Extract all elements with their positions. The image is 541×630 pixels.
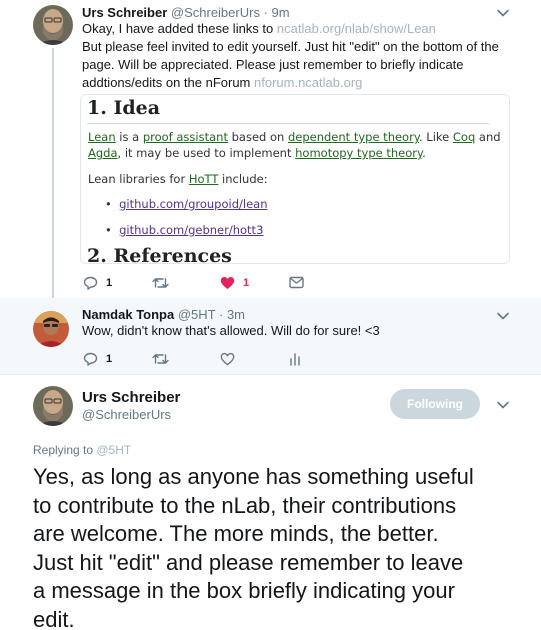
reply-count: 1 xyxy=(106,277,113,289)
tweet-header: Urs Schreiber @SchreiberUrs · 9m xyxy=(82,5,290,20)
reply-icon xyxy=(83,276,98,290)
card-bullet: • github.com/groupoid/lean xyxy=(105,197,268,211)
tweet-header: Namdak Tonpa @5HT · 3m xyxy=(82,307,245,322)
card-divider xyxy=(87,123,489,124)
author-name[interactable]: Urs Schreiber xyxy=(82,5,167,20)
embedded-screenshot-card[interactable]: 1. Idea Lean is a proof assistant based … xyxy=(80,94,510,264)
bar-chart-icon xyxy=(290,353,300,366)
card-bullet: • github.com/gebner/hott3 xyxy=(105,223,264,237)
card-heading: 1. Idea xyxy=(87,97,161,119)
analytics-button[interactable] xyxy=(289,352,301,366)
tweet-text-line: Yes, as long as anyone has something use… xyxy=(33,464,474,489)
tweet-text-line: But please feel invited to edit yourself… xyxy=(82,39,499,54)
tweet-text-line: addtions/edits on the nForum xyxy=(82,75,254,90)
heart-outline-icon xyxy=(220,352,235,366)
replying-to-handle[interactable]: @5HT xyxy=(96,443,131,457)
replying-to: Replying to @5HT xyxy=(33,443,131,457)
author-handle[interactable]: @5HT xyxy=(178,307,216,322)
thread-line xyxy=(52,48,54,298)
tweet-body: Wow, didn't know that's allowed. Will do… xyxy=(82,323,380,338)
author-handle[interactable]: @SchreiberUrs xyxy=(82,407,171,422)
card-paragraph: Lean libraries for HoTT include: xyxy=(88,172,268,186)
tweet-text-line: are welcome. The more minds, the better. xyxy=(33,521,439,546)
reply-button[interactable]: 1 xyxy=(83,352,112,366)
chevron-down-icon[interactable] xyxy=(496,398,510,412)
card-paragraph: Lean is a proof assistant based on depen… xyxy=(88,130,501,144)
tweet-text-line: a message in the box briefly indicating … xyxy=(33,578,455,603)
like-button[interactable]: 1 xyxy=(220,276,249,290)
retweet-icon xyxy=(152,354,169,364)
nforum-link[interactable]: nforum.ncatlab.org xyxy=(254,75,362,90)
author-name[interactable]: Namdak Tonpa xyxy=(82,307,174,322)
tweet-text-line: edit. xyxy=(33,606,75,630)
heart-filled-icon xyxy=(220,277,235,289)
retweet-button[interactable] xyxy=(152,276,169,290)
author-name[interactable]: Urs Schreiber xyxy=(82,389,180,406)
divider xyxy=(0,374,541,375)
tweet-text-line: Just hit "edit" and please remember to l… xyxy=(33,549,464,575)
envelope-icon xyxy=(289,276,304,289)
tweet-body: Okay, I have added these links to ncatla… xyxy=(82,20,532,92)
timestamp[interactable]: · 9m xyxy=(264,5,290,20)
tweet-text-line: Okay, I have added these links to xyxy=(82,21,277,36)
retweet-button[interactable] xyxy=(152,352,169,366)
chevron-down-icon[interactable] xyxy=(496,309,510,323)
main-tweet-body: Yes, as long as anyone has something use… xyxy=(33,463,533,630)
like-count: 1 xyxy=(243,277,250,289)
tweet-actions: 1 xyxy=(83,352,403,368)
retweet-icon xyxy=(152,278,169,288)
tweet-actions: 1 1 xyxy=(83,276,403,292)
following-button[interactable]: Following xyxy=(390,389,480,419)
reply-button[interactable]: 1 xyxy=(83,276,112,290)
card-heading-references: 2. References xyxy=(87,245,232,264)
avatar[interactable] xyxy=(33,386,73,426)
card-paragraph: Agda, it may be used to implement homoto… xyxy=(88,146,426,160)
author-handle[interactable]: @SchreiberUrs xyxy=(171,5,260,20)
nlab-lean-link[interactable]: ncatlab.org/nlab/show/Lean xyxy=(277,21,436,36)
replying-to-label: Replying to xyxy=(33,443,97,457)
chevron-down-icon[interactable] xyxy=(496,6,510,20)
reply-count: 1 xyxy=(106,353,113,365)
tweet-text-line: to contribute to the nLab, their contrib… xyxy=(33,492,457,518)
message-button[interactable] xyxy=(289,276,304,289)
avatar[interactable] xyxy=(33,311,69,347)
tweet-text-line: page. Will be appreciated. Please just r… xyxy=(82,57,464,72)
timestamp[interactable]: · 3m xyxy=(219,307,245,322)
like-button[interactable] xyxy=(220,352,235,366)
reply-icon xyxy=(83,352,98,366)
avatar[interactable] xyxy=(33,5,73,45)
